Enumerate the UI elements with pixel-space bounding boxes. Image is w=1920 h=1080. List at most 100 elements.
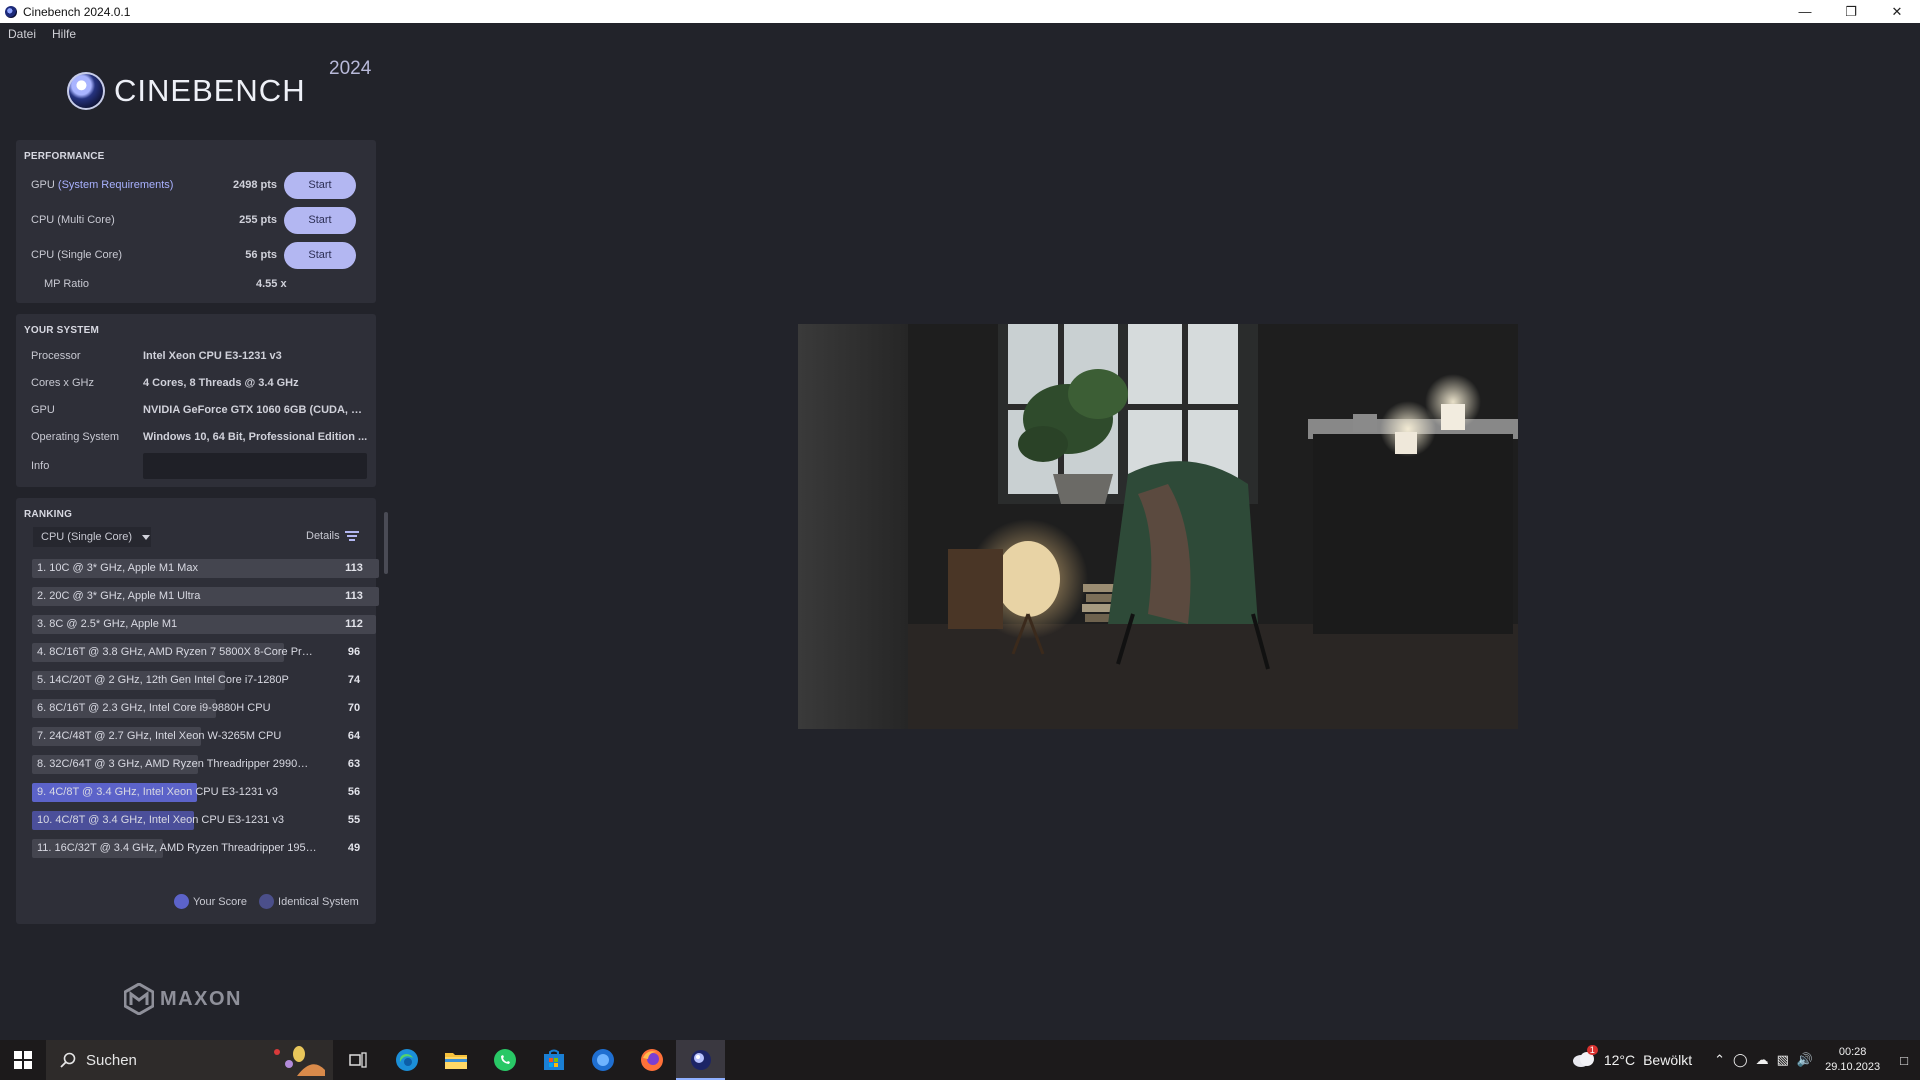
performance-panel: PERFORMANCE GPU (System Requirements) 24… <box>16 140 376 303</box>
render-scene <box>798 324 1518 729</box>
cinebench-logo: CINEBENCH <box>67 72 306 110</box>
menu-bar: Datei Hilfe <box>0 23 84 45</box>
ranking-item-score: 63 <box>347 758 361 770</box>
meet-now-icon[interactable]: ◯ <box>1733 1052 1748 1068</box>
weather-temperature: 12°C <box>1603 1052 1636 1068</box>
cinebench-icon[interactable] <box>676 1040 725 1080</box>
weather-description: Bewölkt <box>1643 1052 1693 1068</box>
details-label: Details <box>306 530 340 542</box>
ranking-item[interactable]: 6. 8C/16T @ 2.3 GHz, Intel Core i9-9880H… <box>32 699 379 718</box>
start-gpu-button[interactable]: Start <box>284 171 356 199</box>
notification-icon[interactable]: □ <box>1900 1053 1908 1068</box>
taskbar: Suchen 1 12°C Bewölkt ⌃ ◯ ☁ ▧ 🔊 00:28 29… <box>0 1040 1920 1080</box>
volume-icon[interactable]: 🔊 <box>1797 1052 1813 1068</box>
perf-label: GPU (System Requirements) <box>31 179 221 191</box>
start-cpu-single-button[interactable]: Start <box>284 241 356 269</box>
ranking-item-score: 112 <box>345 618 363 630</box>
ranking-item[interactable]: 5. 14C/20T @ 2 GHz, 12th Gen Intel Core … <box>32 671 379 690</box>
ranking-item-name: 8. 32C/64T @ 3 GHz, AMD Ryzen Threadripp… <box>37 758 317 770</box>
system-row-info: Info <box>31 453 367 479</box>
ranking-item[interactable]: 2. 20C @ 3* GHz, Apple M1 Ultra 113 <box>32 587 379 606</box>
ranking-legend: Your Score Identical System <box>174 894 359 909</box>
menu-datei[interactable]: Datei <box>0 27 44 41</box>
ranking-item-name: 9. 4C/8T @ 3.4 GHz, Intel Xeon CPU E3-12… <box>37 786 278 798</box>
system-row-processor: Processor Intel Xeon CPU E3-1231 v3 <box>31 346 368 366</box>
title-bar: Cinebench 2024.0.1 — ❐ ✕ <box>0 0 1920 23</box>
ranking-item[interactable]: 11. 16C/32T @ 3.4 GHz, AMD Ryzen Threadr… <box>32 839 379 858</box>
ranking-item[interactable]: 3. 8C @ 2.5* GHz, Apple M1 112 <box>32 615 379 634</box>
system-row-os: Operating System Windows 10, 64 Bit, Pro… <box>31 427 368 447</box>
ranking-item-score: 113 <box>345 562 363 574</box>
ranking-item-name: 6. 8C/16T @ 2.3 GHz, Intel Core i9-9880H… <box>37 702 271 714</box>
ranking-item-name: 1. 10C @ 3* GHz, Apple M1 Max <box>37 562 198 574</box>
onedrive-icon[interactable]: ☁ <box>1756 1052 1769 1068</box>
ranking-item-name: 5. 14C/20T @ 2 GHz, 12th Gen Intel Core … <box>37 674 289 686</box>
perf-points: 2498 pts <box>232 179 277 191</box>
app-icon[interactable] <box>578 1040 627 1080</box>
perf-points: 56 pts <box>245 249 277 261</box>
ranking-item[interactable]: 9. 4C/8T @ 3.4 GHz, Intel Xeon CPU E3-12… <box>32 783 379 802</box>
minimize-icon[interactable]: — <box>1782 0 1828 23</box>
menu-hilfe[interactable]: Hilfe <box>44 27 84 41</box>
logo-year: 2024 <box>329 58 372 79</box>
system-label: GPU <box>31 404 55 416</box>
system-panel: YOUR SYSTEM Processor Intel Xeon CPU E3-… <box>16 314 376 487</box>
chevron-down-icon <box>142 534 151 540</box>
ranking-item-score: 70 <box>347 702 361 714</box>
close-icon[interactable]: ✕ <box>1874 0 1920 23</box>
search-placeholder: Suchen <box>86 1051 137 1069</box>
ranking-scrollbar[interactable] <box>384 512 388 574</box>
system-tray: 1 12°C Bewölkt ⌃ ◯ ☁ ▧ 🔊 00:28 29.10.202… <box>1572 1040 1920 1080</box>
render-preview-image <box>798 324 1518 729</box>
ranking-item-score: 113 <box>345 590 363 602</box>
perf-label: CPU (Single Core) <box>31 249 123 261</box>
system-requirements-link[interactable]: (System Requirements) <box>58 179 174 191</box>
ranking-category-select[interactable]: CPU (Single Core) <box>33 527 151 547</box>
ranking-item[interactable]: 1. 10C @ 3* GHz, Apple M1 Max 113 <box>32 559 379 578</box>
mp-ratio-row: MP Ratio 4.55 x <box>44 278 287 290</box>
chevron-up-icon[interactable]: ⌃ <box>1714 1052 1725 1068</box>
legend-your-score: Your Score <box>193 895 248 908</box>
window-title: Cinebench 2024.0.1 <box>23 4 131 19</box>
cinebench-app-icon <box>5 5 17 18</box>
ranking-panel: RANKING CPU (Single Core) Details 1. 10C… <box>16 498 379 924</box>
task-view-icon[interactable] <box>333 1040 382 1080</box>
clock[interactable]: 00:28 29.10.2023 <box>1825 1045 1880 1075</box>
ranking-item-score: 64 <box>347 730 361 742</box>
ranking-item-name: 7. 24C/48T @ 2.7 GHz, Intel Xeon W-3265M… <box>37 730 282 742</box>
legend-identical-system: Identical System <box>278 895 359 908</box>
details-button[interactable]: Details <box>306 530 359 542</box>
network-icon[interactable]: ▧ <box>1777 1052 1789 1068</box>
start-cpu-multi-button[interactable]: Start <box>284 206 356 234</box>
taskbar-search[interactable]: Suchen <box>46 1040 333 1080</box>
ranking-item[interactable]: 8. 32C/64T @ 3 GHz, AMD Ryzen Threadripp… <box>32 755 379 774</box>
system-title: YOUR SYSTEM <box>24 325 99 336</box>
ranking-title: RANKING <box>24 509 73 520</box>
ranking-category-value: CPU (Single Core) <box>41 531 133 543</box>
restore-icon[interactable]: ❐ <box>1828 0 1874 23</box>
ranking-item[interactable]: 10. 4C/8T @ 3.4 GHz, Intel Xeon CPU E3-1… <box>32 811 379 830</box>
firefox-icon[interactable] <box>627 1040 676 1080</box>
info-field[interactable] <box>143 453 367 479</box>
perf-row-gpu: GPU (System Requirements) 2498 pts Start <box>31 171 371 199</box>
store-icon[interactable] <box>529 1040 578 1080</box>
weather-badge: 1 <box>1586 1044 1598 1055</box>
search-icon <box>60 1052 76 1068</box>
start-button[interactable] <box>0 1040 46 1080</box>
whatsapp-icon[interactable] <box>480 1040 529 1080</box>
ranking-item-name: 4. 8C/16T @ 3.8 GHz, AMD Ryzen 7 5800X 8… <box>37 646 317 658</box>
your-score-swatch <box>174 894 189 909</box>
perf-row-cpu-single: CPU (Single Core) 56 pts Start <box>31 241 371 269</box>
edge-icon[interactable] <box>382 1040 431 1080</box>
ranking-item[interactable]: 7. 24C/48T @ 2.7 GHz, Intel Xeon W-3265M… <box>32 727 379 746</box>
maxon-wordmark: MAXON <box>160 987 242 1010</box>
ranking-item[interactable]: 4. 8C/16T @ 3.8 GHz, AMD Ryzen 7 5800X 8… <box>32 643 379 662</box>
ranking-item-name: 3. 8C @ 2.5* GHz, Apple M1 <box>37 618 178 630</box>
weather-widget[interactable]: 1 12°C Bewölkt <box>1572 1044 1693 1070</box>
cloud-icon: 1 <box>1572 1044 1598 1070</box>
ranking-item-name: 10. 4C/8T @ 3.4 GHz, Intel Xeon CPU E3-1… <box>37 814 284 826</box>
system-value: NVIDIA GeForce GTX 1060 6GB (CUDA, D... <box>143 404 368 416</box>
perf-label-main: GPU <box>31 179 58 191</box>
file-explorer-icon[interactable] <box>431 1040 480 1080</box>
clock-date: 29.10.2023 <box>1825 1061 1881 1073</box>
